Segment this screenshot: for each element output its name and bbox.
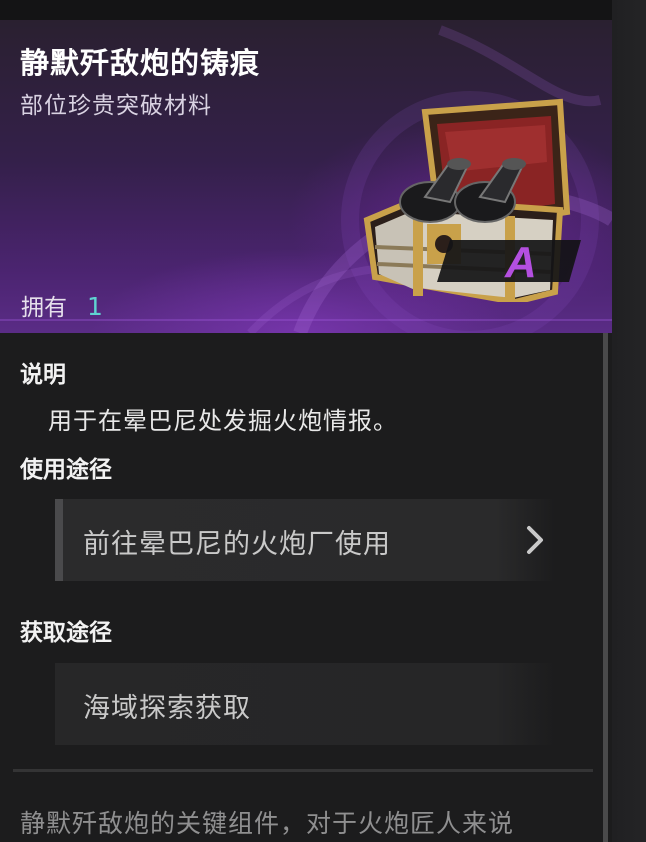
item-category: 部位珍贵突破材料	[20, 93, 212, 119]
owned-count: 1	[87, 292, 103, 321]
treasure-chest-with-cannon-shells-icon: A	[363, 98, 581, 302]
usage-heading: 使用途径	[20, 457, 112, 483]
description-text: 用于在晕巴尼处发掘火炮情报。	[48, 407, 398, 435]
item-header: 静默歼敌炮的铸痕 部位珍贵突破材料 A 拥有 1	[0, 20, 612, 333]
acquisition-source: 海域探索获取	[55, 663, 555, 745]
chevron-right-icon	[527, 526, 543, 554]
acquisition-heading: 获取途径	[20, 620, 112, 646]
item-detail-panel: 静默歼敌炮的铸痕 部位珍贵突破材料 A 拥有 1 说明 用于在晕巴尼处发掘火炮情…	[0, 20, 612, 842]
go-to-cannon-factory-button[interactable]: 前往晕巴尼的火炮厂使用	[55, 499, 555, 581]
scrollbar-thumb[interactable]	[603, 333, 608, 842]
item-detail-screen: 静默歼敌炮的铸痕 部位珍贵突破材料 A 拥有 1 说明 用于在晕巴尼处发掘火炮情…	[0, 0, 646, 842]
owned-row: 拥有 1	[21, 288, 103, 322]
lore-line: 静默歼敌炮的关键组件，对于火炮匠人来说	[20, 809, 515, 838]
usage-button-label: 前往晕巴尼的火炮厂使用	[83, 529, 391, 560]
acquisition-source-label: 海域探索获取	[83, 693, 251, 724]
item-name: 静默歼敌炮的铸痕	[20, 46, 261, 80]
lore-text: 静默歼敌炮的关键组件，对于火炮匠人来说	[20, 804, 590, 842]
scrollbar[interactable]	[603, 333, 608, 842]
top-strip	[0, 0, 646, 20]
description-heading: 说明	[20, 362, 66, 388]
owned-label: 拥有	[21, 295, 67, 321]
rarity-label: A	[504, 238, 537, 287]
right-background-strip	[612, 0, 646, 842]
section-divider	[13, 769, 593, 772]
